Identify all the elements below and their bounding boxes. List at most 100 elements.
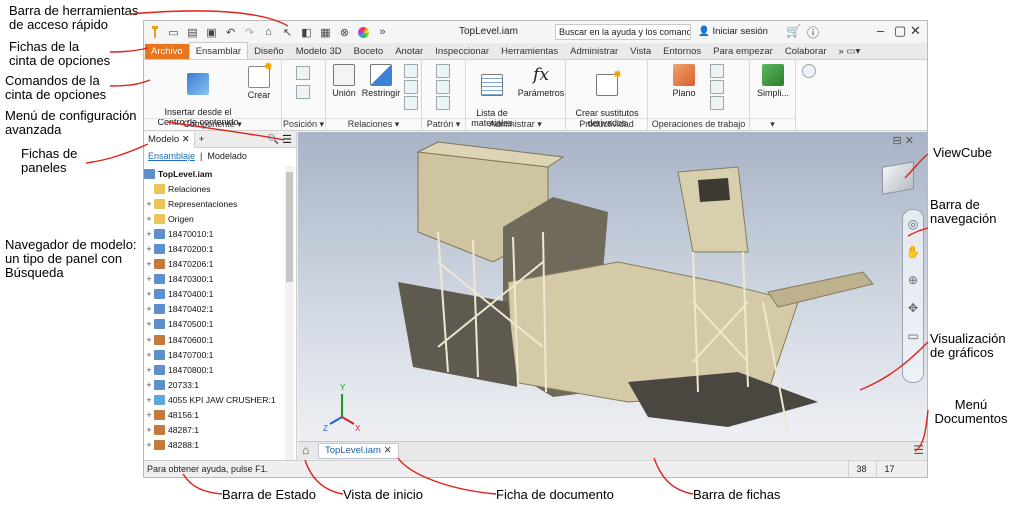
expand-icon[interactable]: + xyxy=(144,244,154,254)
new-file-icon[interactable]: ▭ xyxy=(165,24,182,40)
expand-icon[interactable]: + xyxy=(144,335,154,345)
save-icon[interactable]: ▣ xyxy=(203,24,220,40)
relation-icon-1[interactable] xyxy=(404,64,418,78)
expand-icon[interactable]: + xyxy=(144,395,154,405)
panel-title-componente[interactable]: Componente ▾ xyxy=(144,118,281,130)
scrollbar-thumb[interactable] xyxy=(286,172,293,282)
sign-in-link[interactable]: 👤 Iniciar sesión xyxy=(698,26,768,37)
advanced-menu-icon[interactable]: ☰ xyxy=(282,133,296,146)
tab-diseno[interactable]: Diseño xyxy=(248,44,290,59)
plane-button[interactable]: Plano xyxy=(668,64,700,98)
tab-administrar[interactable]: Administrar xyxy=(564,44,624,59)
expand-icon[interactable]: + xyxy=(144,410,154,420)
tree-item[interactable]: +18470206:1 xyxy=(144,257,284,272)
tab-boceto[interactable]: Boceto xyxy=(348,44,390,59)
panel-title-patron[interactable]: Patrón ▾ xyxy=(422,118,465,130)
tab-modelo-panel[interactable]: Modelo ✕ xyxy=(144,131,195,148)
expand-icon[interactable]: + xyxy=(144,229,154,239)
tree-item[interactable]: +48288:1 xyxy=(144,438,284,453)
document-tab[interactable]: TopLevel.iam ✕ xyxy=(318,443,399,459)
panel-title-posicion[interactable]: Posición ▾ xyxy=(282,118,325,130)
appearance-icon[interactable]: ⊗ xyxy=(336,24,353,40)
redo-icon[interactable]: ↷ xyxy=(241,24,258,40)
subtab-modelado[interactable]: Modelado xyxy=(207,151,247,161)
expand-icon[interactable]: + xyxy=(144,380,154,390)
more-icon[interactable]: » xyxy=(374,24,391,40)
tab-inspeccionar[interactable]: Inspeccionar xyxy=(429,44,495,59)
app-logo-icon[interactable] xyxy=(146,24,163,40)
expand-icon[interactable]: + xyxy=(144,440,154,450)
expand-icon[interactable]: + xyxy=(144,259,154,269)
simplify-button[interactable]: Simpli... xyxy=(752,64,794,98)
expand-icon[interactable]: + xyxy=(144,289,154,299)
tree-item[interactable]: + Representaciones xyxy=(144,196,284,211)
subtab-ensamblaje[interactable]: Ensamblaje xyxy=(148,151,195,161)
copy-icon[interactable] xyxy=(436,96,450,110)
ribbon-dropdown-icon[interactable] xyxy=(802,64,816,78)
relation-icon-3[interactable] xyxy=(404,96,418,110)
point-icon[interactable] xyxy=(710,80,724,94)
tab-archivo[interactable]: Archivo xyxy=(145,44,189,59)
pattern-icon[interactable] xyxy=(436,64,450,78)
expand-icon[interactable]: + xyxy=(144,199,154,209)
tree-item[interactable]: Relaciones xyxy=(144,181,284,196)
tab-colaborar[interactable]: Colaborar xyxy=(779,44,833,59)
tabs-overflow-icon[interactable]: » ▭▾ xyxy=(833,44,867,59)
tree-item[interactable]: +18470010:1 xyxy=(144,226,284,241)
mirror-icon[interactable] xyxy=(436,80,450,94)
tree-root[interactable]: TopLevel.iam xyxy=(144,166,284,181)
parameters-button[interactable]: fx Parámetros xyxy=(516,64,566,98)
expand-icon[interactable]: + xyxy=(144,304,154,314)
close-icon[interactable]: ✕ xyxy=(910,23,921,39)
tab-vista[interactable]: Vista xyxy=(624,44,657,59)
browser-scrollbar[interactable] xyxy=(285,166,294,461)
cart-icon[interactable]: 🛒 xyxy=(786,24,801,41)
tab-modelo-3d[interactable]: Modelo 3D xyxy=(290,44,348,59)
tree-item[interactable]: +48287:1 xyxy=(144,423,284,438)
tab-anotar[interactable]: Anotar xyxy=(389,44,429,59)
help-icon[interactable]: ⓘ xyxy=(807,24,819,41)
close-tab-icon[interactable]: ✕ xyxy=(384,445,392,456)
expand-icon[interactable]: + xyxy=(144,274,154,284)
ucs-icon[interactable] xyxy=(710,96,724,110)
measure-icon[interactable]: ▦ xyxy=(317,24,334,40)
tree-item[interactable]: +18470700:1 xyxy=(144,347,284,362)
panel-title-simplificacion[interactable]: ▾ xyxy=(750,118,795,130)
tree-item[interactable]: +20733:1 xyxy=(144,377,284,392)
home-icon[interactable]: ⌂ xyxy=(260,24,277,40)
documents-menu-icon[interactable]: ☰ xyxy=(913,443,924,457)
home-view-icon[interactable]: ⌂ xyxy=(302,443,309,457)
expand-icon[interactable]: + xyxy=(144,425,154,435)
help-search-input[interactable]: Buscar en la ayuda y los comandos xyxy=(555,24,691,40)
material-icon[interactable]: ◧ xyxy=(298,24,315,40)
panel-title-administrar[interactable]: Administrar ▾ xyxy=(466,118,565,130)
tree-item[interactable]: +18470800:1 xyxy=(144,362,284,377)
search-icon[interactable]: 🔍 xyxy=(267,134,282,145)
tab-para-empezar[interactable]: Para empezar xyxy=(707,44,779,59)
open-icon[interactable]: ▤ xyxy=(184,24,201,40)
expand-icon[interactable]: + xyxy=(144,365,154,375)
panel-title-relaciones[interactable]: Relaciones ▾ xyxy=(326,118,421,130)
viewcube[interactable] xyxy=(882,161,914,195)
graphics-window-controls-icon[interactable]: ⊟ ✕ xyxy=(893,134,915,147)
relation-icon-2[interactable] xyxy=(404,80,418,94)
maximize-icon[interactable]: ▢ xyxy=(894,23,906,39)
tree-item[interactable]: +18470300:1 xyxy=(144,272,284,287)
add-panel-icon[interactable]: + xyxy=(195,134,209,145)
color-wheel-icon[interactable] xyxy=(355,24,372,40)
select-icon[interactable]: ↖ xyxy=(279,24,296,40)
tree-item[interactable]: +18470200:1 xyxy=(144,241,284,256)
navigation-bar[interactable]: ◎ ✋ ⊕ ✥ ▭ xyxy=(902,209,924,383)
tree-item[interactable]: + Origen xyxy=(144,211,284,226)
tree-item[interactable]: +18470500:1 xyxy=(144,317,284,332)
tree-item[interactable]: +18470402:1 xyxy=(144,302,284,317)
expand-icon[interactable]: + xyxy=(144,214,154,224)
rotate-icon[interactable] xyxy=(296,85,310,99)
undo-icon[interactable]: ↶ xyxy=(222,24,239,40)
expand-icon[interactable]: + xyxy=(144,350,154,360)
tree-item[interactable]: +4055 KPI JAW CRUSHER:1 xyxy=(144,392,284,407)
create-component-button[interactable]: ✸ Crear xyxy=(244,62,274,101)
tree-item[interactable]: +48156:1 xyxy=(144,408,284,423)
constrain-button[interactable]: Restringir xyxy=(360,64,402,98)
graphics-window[interactable]: Y X Z ⊟ ✕ xyxy=(298,132,927,441)
